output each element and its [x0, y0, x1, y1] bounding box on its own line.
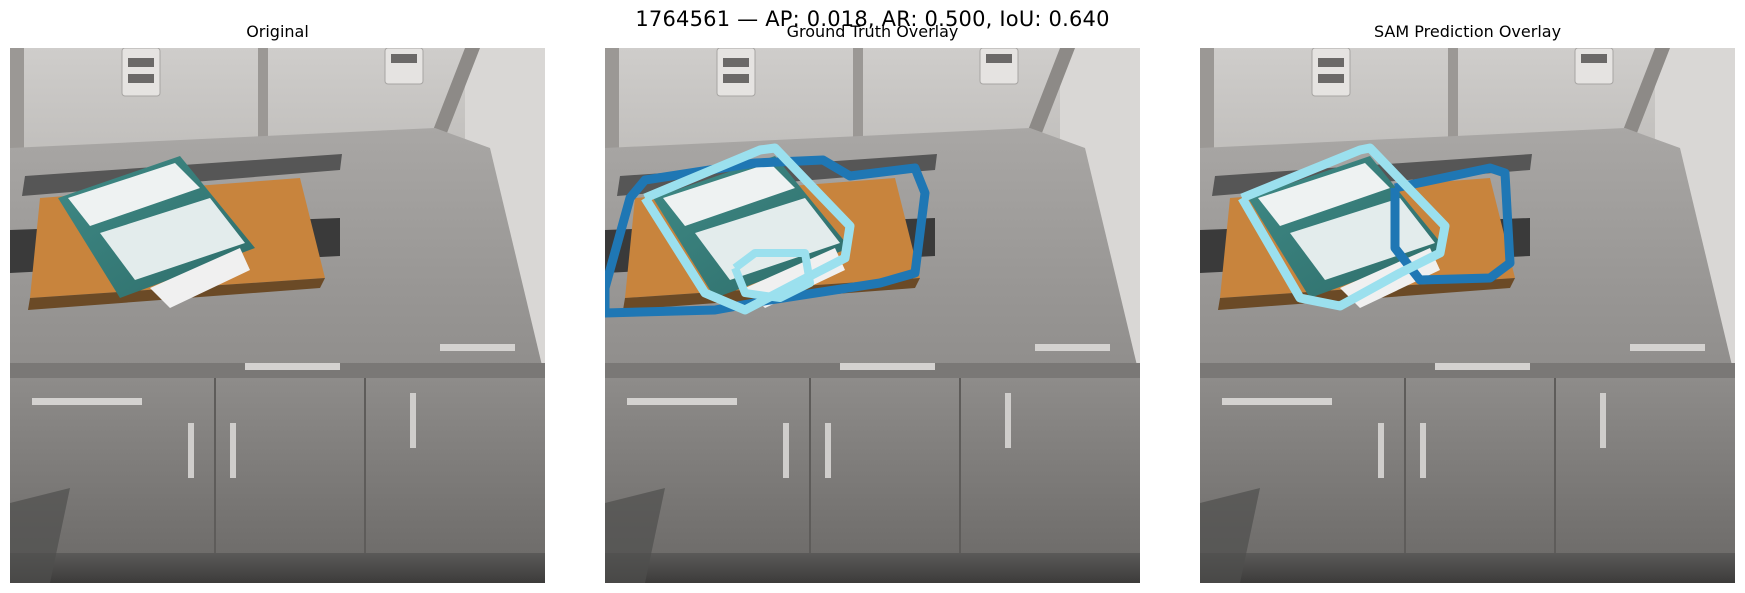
image-sam-prediction	[1200, 48, 1735, 583]
panel-title-sam-prediction: SAM Prediction Overlay	[1373, 22, 1562, 41]
panel-sam-prediction	[1200, 48, 1735, 583]
panel-original	[10, 48, 545, 583]
panel-title-ground-truth: Ground Truth Overlay	[786, 22, 959, 41]
panel-ground-truth	[605, 48, 1140, 583]
image-original	[10, 48, 545, 583]
image-ground-truth	[605, 48, 1140, 583]
panel-title-original: Original	[246, 22, 309, 41]
